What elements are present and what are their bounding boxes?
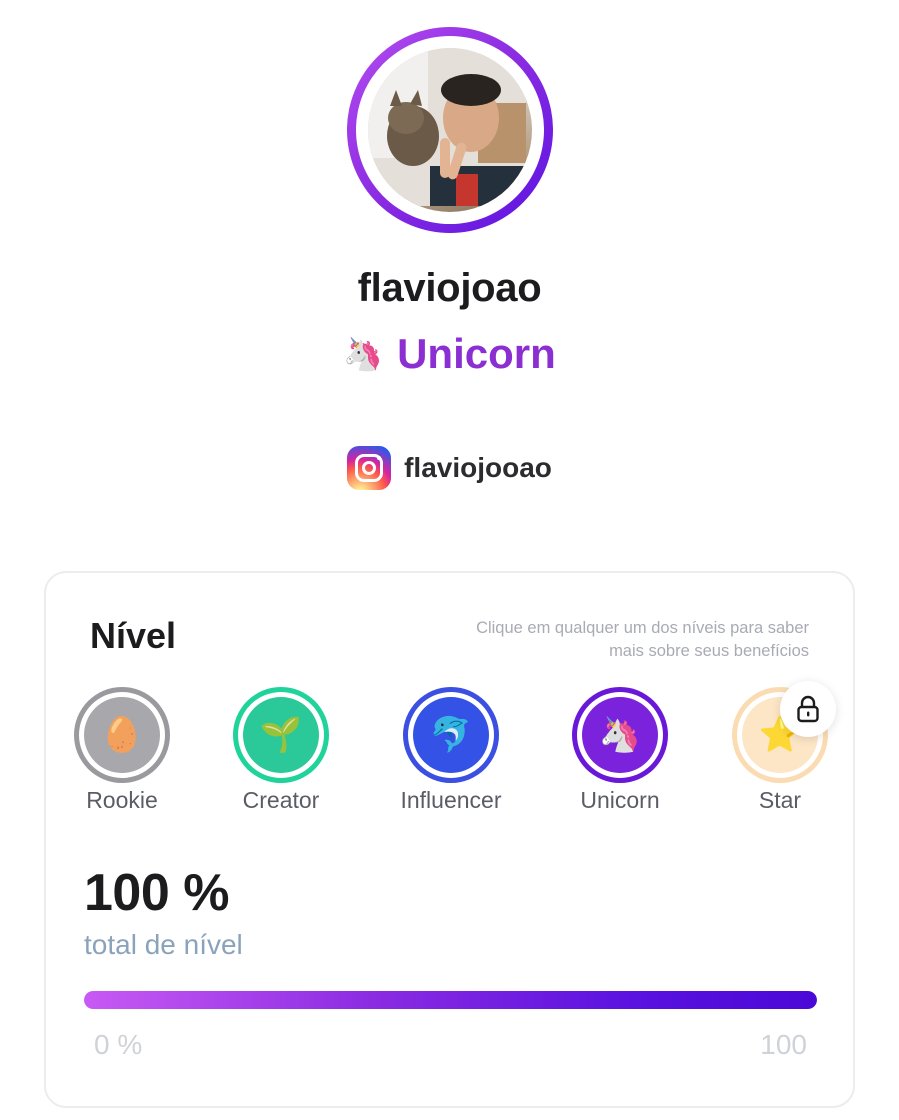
level-influencer-ring: 🐬 <box>403 687 499 783</box>
avatar-photo-illustration <box>368 48 526 206</box>
progress-percent: 100 % <box>84 864 229 922</box>
current-level: 🦄 Unicorn <box>0 330 899 378</box>
level-creator[interactable]: 🌱 Creator <box>211 687 351 814</box>
avatar[interactable] <box>368 48 532 212</box>
level-unicorn-label: Unicorn <box>580 787 660 813</box>
progress-min-label: 0 % <box>94 1029 143 1060</box>
level-influencer[interactable]: 🐬 Influencer <box>381 687 521 814</box>
instagram-icon <box>347 446 392 490</box>
progress-bar <box>84 991 817 1009</box>
username: flaviojoao <box>357 266 542 310</box>
avatar-ring <box>347 27 553 233</box>
level-unicorn-ring: 🦄 <box>572 687 668 783</box>
instagram-handle[interactable]: flaviojooao <box>404 452 552 484</box>
level-creator-ring: 🌱 <box>233 687 329 783</box>
current-level-name: Unicorn <box>397 330 556 377</box>
instagram-link[interactable]: flaviojooao <box>0 446 899 490</box>
level-list: 🥚 Rookie 🌱 Creator 🐬 Influencer 🦄 Unicor… <box>46 687 857 827</box>
level-influencer-label: Influencer <box>400 787 502 813</box>
egg-icon: 🥚 <box>84 697 160 773</box>
level-rookie-label: Rookie <box>86 787 158 813</box>
unicorn-icon: 🦄 <box>343 336 384 372</box>
level-rookie[interactable]: 🥚 Rookie <box>52 687 192 814</box>
dolphin-icon: 🐬 <box>413 697 489 773</box>
level-card: Nível Clique em qualquer um dos níveis p… <box>44 571 855 1108</box>
level-card-title: Nível <box>90 615 177 656</box>
progress-max-label: 100 <box>760 1029 807 1060</box>
unicorn-icon: 🦄 <box>582 697 658 773</box>
level-rookie-ring: 🥚 <box>74 687 170 783</box>
lock-icon <box>780 681 836 737</box>
avatar-inner <box>356 36 544 224</box>
progress-bar-fill <box>84 991 817 1009</box>
seedling-icon: 🌱 <box>243 697 319 773</box>
level-creator-label: Creator <box>242 787 320 813</box>
progress-label: total de nível <box>84 929 243 960</box>
level-star-label: Star <box>758 787 802 813</box>
level-card-hint: Clique em qualquer um dos níveis para sa… <box>476 619 809 660</box>
level-unicorn[interactable]: 🦄 Unicorn <box>550 687 690 814</box>
